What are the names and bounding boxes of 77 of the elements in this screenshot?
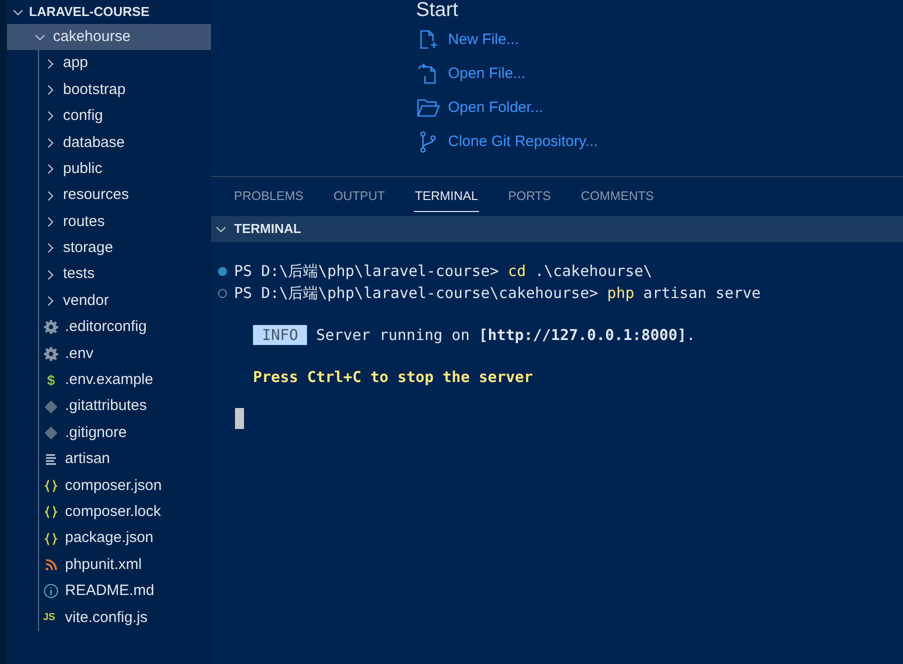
info-badge: INFO (253, 325, 308, 345)
start-link[interactable]: Open Folder... (416, 96, 903, 120)
explorer-header[interactable]: LARAVEL-COURSE (7, 0, 211, 24)
item-label: public (63, 158, 102, 179)
file-item[interactable]: composer.json (7, 472, 211, 500)
item-label: database (63, 132, 125, 152)
start-link[interactable]: Open File... (416, 62, 903, 86)
info-icon (43, 583, 59, 600)
file-item[interactable]: artisan (7, 446, 211, 473)
folder-item[interactable]: database (7, 130, 211, 156)
item-label: composer.json (65, 476, 162, 496)
folder-item[interactable]: config (7, 103, 211, 130)
stop-hint: Press Ctrl+C to stop the server (253, 367, 534, 388)
item-label: bootstrap (63, 80, 126, 100)
file-item[interactable]: README.md (7, 578, 211, 605)
terminal-cursor (235, 408, 244, 429)
item-label: phpunit.xml (65, 554, 142, 575)
item-label: .env (65, 344, 94, 364)
item-label: cakehourse (53, 26, 131, 47)
item-label: composer.lock (65, 502, 161, 522)
terminal-section-header[interactable]: TERMINAL (211, 216, 903, 242)
diamond-icon (43, 398, 59, 415)
file-item[interactable]: JS vite.config.js (7, 604, 211, 631)
folder-item[interactable]: cakehourse (7, 24, 211, 50)
file-item[interactable]: package.json (7, 525, 211, 552)
project-title: LARAVEL-COURSE (29, 3, 150, 22)
terminal-line: PS D:\后端\php\laravel-course\cakehourse> php artisan serve (234, 283, 761, 304)
item-label: config (63, 106, 104, 126)
panel-tab[interactable]: OUTPUT (332, 182, 386, 212)
item-label: package.json (65, 528, 154, 548)
item-label: app (63, 53, 88, 74)
item-label: storage (63, 238, 114, 258)
folder-item[interactable]: vendor (7, 288, 211, 314)
item-label: artisan (65, 449, 110, 470)
folder-item[interactable]: tests (7, 262, 211, 288)
section-title: TERMINAL (234, 220, 302, 238)
start-title: Start (416, 0, 460, 20)
folder-item[interactable]: app (7, 50, 211, 77)
gear-icon (43, 319, 59, 336)
item-label: tests (63, 264, 95, 284)
start-link[interactable]: Clone Git Repository... (416, 130, 903, 154)
feed-icon (43, 557, 59, 573)
panel-tab[interactable]: TERMINAL (414, 182, 480, 212)
braces-icon (43, 478, 59, 494)
panel-tab[interactable]: COMMENTS (580, 182, 655, 212)
panel-tab[interactable]: PROBLEMS (233, 182, 304, 212)
folder-item[interactable]: resources (7, 182, 211, 209)
item-label: .editorconfig (65, 317, 147, 338)
item-label: routes (63, 212, 105, 232)
item-label: vendor (63, 290, 109, 311)
item-label: .env.example (65, 370, 154, 390)
item-label: resources (63, 185, 129, 206)
item-label: .gitignore (65, 422, 127, 443)
file-item[interactable]: .editorconfig (7, 314, 211, 341)
file-item[interactable]: $ .env.example (7, 367, 211, 394)
js-icon: JS (43, 612, 59, 623)
folder-item[interactable]: bootstrap (7, 76, 211, 104)
gear-icon (43, 346, 59, 362)
folder-item[interactable]: routes (7, 208, 211, 236)
terminal-line: PS D:\后端\php\laravel-course> cd .\cakehourse\ (234, 261, 652, 282)
item-label: vite.config.js (65, 608, 148, 628)
file-item[interactable]: phpunit.xml (7, 552, 211, 578)
dollar-icon: $ (43, 373, 59, 388)
file-item[interactable]: .env (7, 340, 211, 368)
file-item[interactable]: .gitignore (7, 420, 211, 446)
file-item[interactable]: composer.lock (7, 499, 211, 526)
braces-icon (43, 530, 59, 547)
server-message: Server running on [http://127.0.0.1:8000]. (316, 325, 696, 346)
start-link[interactable]: New File... (416, 28, 903, 52)
item-label: .gitattributes (65, 396, 147, 416)
item-label: README.md (65, 581, 154, 602)
folder-item[interactable]: storage (7, 235, 211, 262)
panel-tab[interactable]: PORTS (507, 182, 552, 212)
folder-item[interactable]: public (7, 156, 211, 182)
braces-icon (43, 504, 59, 520)
file-item[interactable]: .gitattributes (7, 393, 211, 420)
diamond-icon (43, 425, 59, 442)
